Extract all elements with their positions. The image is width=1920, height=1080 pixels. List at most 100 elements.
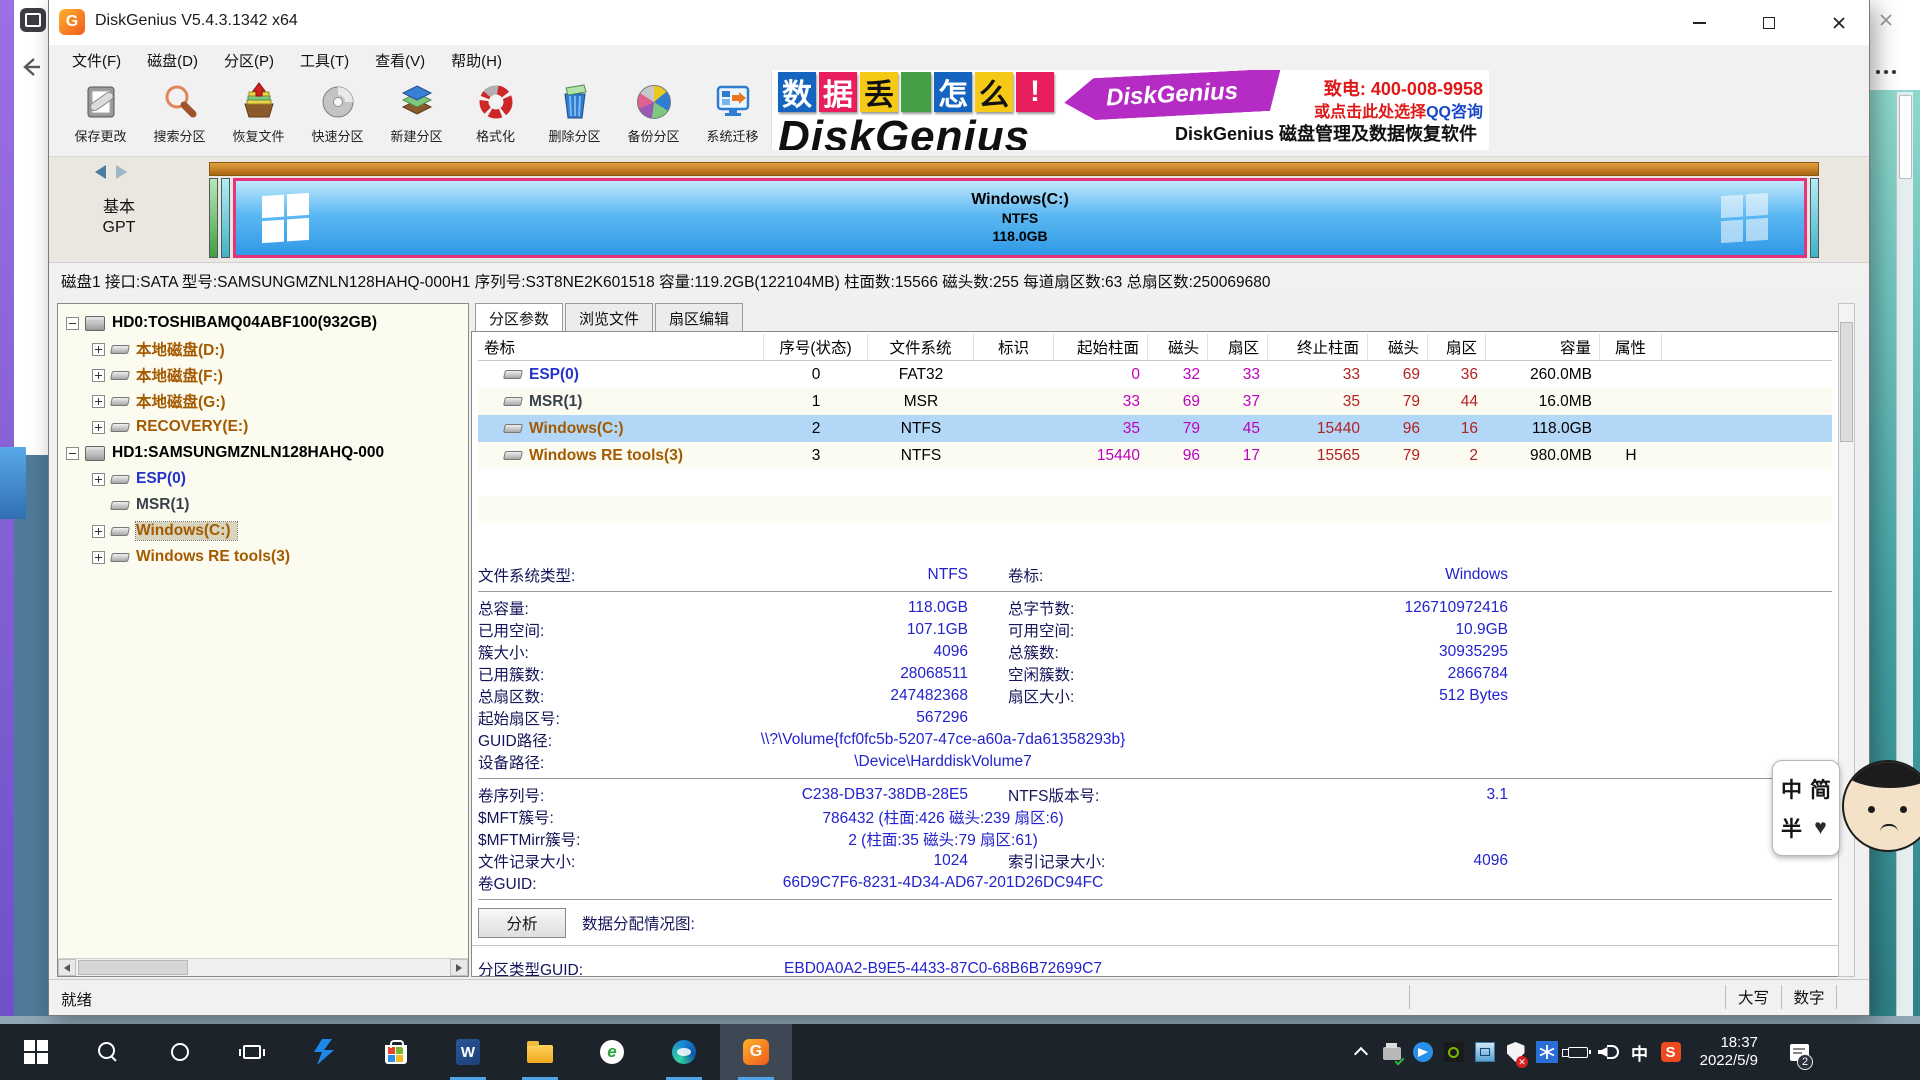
tree-item-local-g[interactable]: 本地磁盘(G:) <box>58 388 468 414</box>
col-header[interactable]: 序号(状态) <box>764 334 868 360</box>
table-row-windows-c[interactable]: Windows(C:) 2 NTFS 35 79 45 15440 96 16 … <box>478 415 1832 442</box>
table-row-esp[interactable]: ESP(0) 0 FAT32 0 32 33 33 69 36 260.0MB <box>478 361 1832 388</box>
partition-strip-esp[interactable] <box>209 178 218 258</box>
background-close-icon[interactable] <box>1878 12 1894 33</box>
tree-item-windows-c[interactable]: Windows(C:) <box>58 518 468 544</box>
more-options-icon[interactable] <box>1876 70 1900 76</box>
system-migration-button[interactable]: 系统迁移 <box>693 75 772 155</box>
start-button[interactable] <box>0 1024 72 1080</box>
scroll-left-icon[interactable] <box>58 959 76 976</box>
prev-disk-icon[interactable] <box>95 165 106 179</box>
expand-icon[interactable] <box>92 395 105 408</box>
expand-icon[interactable] <box>92 551 105 564</box>
table-row-msr[interactable]: MSR(1) 1 MSR 33 69 37 35 79 44 16.0MB <box>478 388 1832 415</box>
expand-icon[interactable] <box>92 525 105 538</box>
minimize-button[interactable] <box>1684 8 1714 38</box>
col-header[interactable]: 磁头 <box>1148 334 1208 360</box>
taskbar-search-button[interactable] <box>72 1024 144 1080</box>
menu-partition[interactable]: 分区(P) <box>211 45 287 75</box>
notification-center-button[interactable]: 2 <box>1784 1024 1815 1080</box>
tree-item-local-f[interactable]: 本地磁盘(F:) <box>58 362 468 388</box>
col-header[interactable]: 属性 <box>1600 334 1662 360</box>
quick-partition-button[interactable]: 快速分区 <box>298 75 377 155</box>
tray-printer[interactable] <box>1376 1024 1407 1080</box>
disk-nav-arrows[interactable] <box>95 165 139 179</box>
ime-status-box[interactable]: 中 简 半 ♥ <box>1772 760 1840 856</box>
close-button[interactable] <box>1824 8 1854 38</box>
taskbar-app-edge[interactable] <box>648 1024 720 1080</box>
col-header[interactable]: 扇区 <box>1428 334 1486 360</box>
partition-strip-msr[interactable] <box>221 178 230 258</box>
tree-item-recovery-e[interactable]: RECOVERY(E:) <box>58 414 468 440</box>
col-header[interactable]: 卷标 <box>478 334 764 360</box>
tab-partition-params[interactable]: 分区参数 <box>475 303 563 331</box>
background-scrollbar-thumb[interactable] <box>1899 95 1912 179</box>
ime-lang-indicator[interactable]: 中 <box>1781 774 1802 804</box>
men-help[interactable]: 帮助(H) <box>438 45 515 75</box>
expand-icon[interactable] <box>92 343 105 356</box>
task-view-button[interactable] <box>216 1024 288 1080</box>
tree-horizontal-scrollbar[interactable] <box>58 958 468 976</box>
col-header[interactable]: 起始柱面 <box>1054 334 1148 360</box>
detail-vertical-scrollbar[interactable] <box>1838 303 1855 977</box>
search-partition-button[interactable]: 搜索分区 <box>140 75 219 155</box>
tray-chevron-button[interactable] <box>1345 1024 1376 1080</box>
tray-freeze-tool[interactable] <box>1531 1024 1562 1080</box>
table-row-windows-re[interactable]: Windows RE tools(3) 3 NTFS 15440 96 17 1… <box>478 442 1832 469</box>
tray-nvidia[interactable] <box>1438 1024 1469 1080</box>
col-header[interactable]: 容量 <box>1486 334 1600 360</box>
delete-partition-button[interactable]: 删除分区 <box>535 75 614 155</box>
taskbar-app-word[interactable]: W <box>432 1024 504 1080</box>
taskbar-clock[interactable]: 18:37 2022/5/9 <box>1686 1034 1762 1070</box>
tray-power[interactable] <box>1562 1024 1593 1080</box>
taskbar-app-explorer[interactable] <box>504 1024 576 1080</box>
maximize-button[interactable] <box>1754 8 1784 38</box>
col-header[interactable]: 扇区 <box>1208 334 1268 360</box>
tree-item-hd0[interactable]: HD0:TOSHIBAMQ04ABF100(932GB) <box>58 310 468 336</box>
advertisement-banner[interactable]: 数 据 丢 怎 么 ! DiskGenius DiskGenius 致电: 40… <box>771 70 1489 150</box>
collapse-icon[interactable] <box>66 447 79 460</box>
scrollbar-thumb[interactable] <box>78 960 188 975</box>
next-disk-icon[interactable] <box>116 165 127 179</box>
menu-tools[interactable]: 工具(T) <box>287 45 362 75</box>
recover-files-button[interactable]: 恢复文件 <box>219 75 298 155</box>
disk-strip[interactable] <box>209 162 1819 176</box>
menu-file[interactable]: 文件(F) <box>59 45 134 75</box>
menu-view[interactable]: 查看(V) <box>362 45 438 75</box>
partition-strip-re-tools[interactable] <box>1810 178 1819 258</box>
scrollbar-thumb[interactable] <box>1840 322 1853 442</box>
ime-halfwidth-indicator[interactable]: 半 <box>1781 813 1802 843</box>
background-scrollbar[interactable] <box>1896 92 1913 1022</box>
cortana-button[interactable] <box>144 1024 216 1080</box>
tree-item-windows-re[interactable]: Windows RE tools(3) <box>58 544 468 570</box>
ime-simplified-indicator[interactable]: 简 <box>1810 774 1831 804</box>
tree-item-msr[interactable]: MSR(1) <box>58 492 468 518</box>
heart-icon[interactable]: ♥ <box>1814 816 1826 840</box>
tray-intel-graphics[interactable] <box>1469 1024 1500 1080</box>
format-button[interactable]: 格式化 <box>456 75 535 155</box>
collapse-icon[interactable] <box>66 317 79 330</box>
col-header[interactable]: 磁头 <box>1368 334 1428 360</box>
tray-ime-indicator[interactable]: 中 <box>1624 1024 1655 1080</box>
partition-block-windows-c[interactable]: Windows(C:) NTFS 118.0GB <box>233 178 1807 258</box>
back-arrow-icon[interactable] <box>20 56 42 83</box>
col-header[interactable]: 终止柱面 <box>1268 334 1368 360</box>
expand-icon[interactable] <box>92 421 105 434</box>
tray-security[interactable]: ✕ <box>1500 1024 1531 1080</box>
sogou-ime-widget[interactable]: 中 简 半 ♥ <box>1772 760 1920 856</box>
tray-messenger[interactable] <box>1407 1024 1438 1080</box>
new-partition-button[interactable]: 新建分区 <box>377 75 456 155</box>
tree-item-esp[interactable]: ESP(0) <box>58 466 468 492</box>
tray-sogou[interactable]: S <box>1655 1024 1686 1080</box>
save-changes-button[interactable]: 保存更改 <box>61 75 140 155</box>
expand-icon[interactable] <box>92 369 105 382</box>
scroll-right-icon[interactable] <box>450 959 468 976</box>
taskbar-app-diskgenius[interactable]: G <box>720 1024 792 1080</box>
col-header[interactable]: 标识 <box>974 334 1054 360</box>
banner-qq-link[interactable]: 或点击此处选择QQ咨询 <box>1314 98 1483 122</box>
backup-partition-button[interactable]: 备份分区 <box>614 75 693 155</box>
sogou-sticker-face[interactable] <box>1842 760 1920 856</box>
tab-sector-edit[interactable]: 扇区编辑 <box>655 303 743 331</box>
taskbar-app-flash[interactable] <box>288 1024 360 1080</box>
tree-item-local-d[interactable]: 本地磁盘(D:) <box>58 336 468 362</box>
